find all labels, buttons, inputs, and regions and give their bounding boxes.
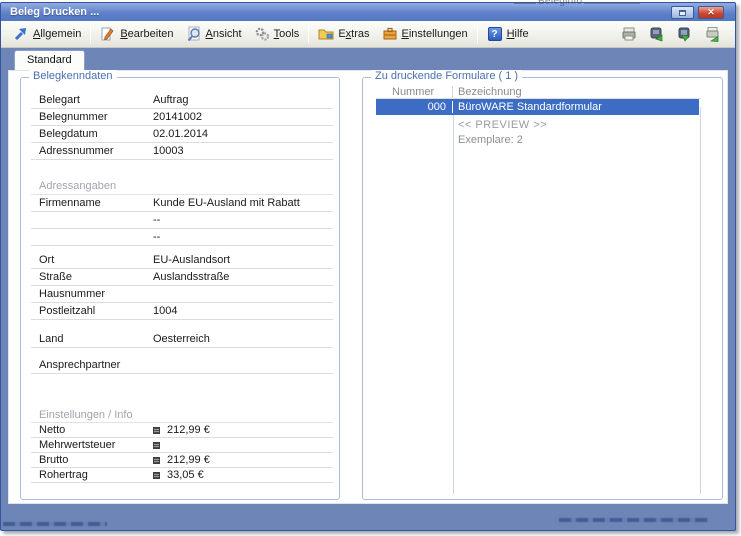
preview-label: << PREVIEW >> (458, 119, 548, 131)
forms-table: Nummer Bezeichnung 000 BüroWARE Standard… (376, 86, 701, 497)
cell-bezeichnung: BüroWARE Standardformular (458, 101, 602, 113)
field-row-rohertrag: Rohertrag 33,05 € (31, 468, 333, 483)
menu-ansicht[interactable]: Ansicht (180, 24, 248, 44)
value-marker-icon (153, 441, 160, 449)
field-rows: Belegart Auftrag Belegnummer 20141002 Bele… (31, 92, 333, 483)
window-title: Beleg Drucken ... (10, 6, 100, 18)
exemplare-label: Exemplare: 2 (458, 134, 523, 146)
close-button[interactable]: ✕ (698, 6, 724, 19)
window-bottom-frame (1, 504, 735, 530)
group-zu-druckende-formulare: Zu druckende Formulare ( 1 ) Nummer Beze… (362, 70, 723, 500)
cell-nummer: 000 (376, 101, 453, 113)
group-belegkenndaten: Belegkenndaten Belegart Auftrag Belegnumm… (20, 70, 340, 500)
menu-einstellungen[interactable]: Einstellungen (376, 24, 474, 44)
field-row-strasse: Straße Auslandsstraße (31, 269, 333, 286)
value-marker-icon (153, 426, 160, 434)
value-marker-icon (153, 471, 160, 479)
arrow-up-right-icon (13, 26, 29, 42)
table-header: Nummer Bezeichnung (376, 86, 701, 99)
field-row-netto: Netto 212,99 € (31, 423, 333, 438)
menu-hilfe[interactable]: ? Hilfe (481, 24, 535, 44)
tab-strip: Standard (1, 48, 735, 70)
field-row-adressnummer: Adressnummer 10003 (31, 143, 333, 160)
toolbar-right-icons (621, 26, 729, 42)
field-row-adresszeile3: -- (31, 229, 333, 246)
toolbar: Allgemein Bearbeiten Ansicht Tools Extra… (1, 21, 735, 48)
field-row-belegnummer: Belegnummer 20141002 (31, 109, 333, 126)
column-header-nummer: Nummer (376, 86, 453, 98)
titlebar[interactable]: Beleg Drucken ... ✕ (1, 3, 735, 21)
restore-button[interactable] (671, 6, 694, 19)
column-divider (453, 107, 454, 494)
toolbar-separator (308, 25, 310, 43)
settings-case-icon (382, 26, 398, 42)
menu-tools[interactable]: Tools (248, 24, 306, 44)
toolbar-separator (90, 25, 92, 43)
group-title: Zu druckende Formulare ( 1 ) (371, 70, 523, 82)
field-row-land: Land Oesterreich (31, 331, 333, 348)
watermark-beleginfo: Beleginfo (513, 0, 642, 7)
field-row-brutto: Brutto 212,99 € (31, 453, 333, 468)
value-marker-icon (153, 456, 160, 464)
field-row-hausnummer: Hausnummer (31, 286, 333, 303)
table-row-standardformular[interactable]: 000 BüroWARE Standardformular (376, 99, 699, 115)
column-divider (700, 107, 701, 494)
toolbar-separator (476, 25, 478, 43)
field-row-postleitzahl: Postleitzahl 1004 (31, 303, 333, 320)
field-row-belegdatum: Belegdatum 02.01.2014 (31, 126, 333, 143)
folder-icon (318, 26, 334, 42)
print-refresh-icon[interactable] (705, 26, 721, 42)
printer-export-icon[interactable] (649, 26, 665, 42)
close-icon: ✕ (707, 7, 715, 17)
menu-allgemein[interactable]: Allgemein (7, 24, 87, 44)
content-panel: Belegkenndaten Belegart Auftrag Belegnumm… (8, 70, 728, 504)
beleg-drucken-window: Beleg Drucken ... ✕ Allgemein Bearbeiten… (0, 2, 736, 531)
tab-standard[interactable]: Standard (14, 50, 85, 70)
column-header-bezeichnung: Bezeichnung (458, 86, 522, 98)
field-row-firmenname: Firmenname Kunde EU-Ausland mit Rabatt (31, 195, 333, 212)
printer-icon[interactable] (621, 26, 637, 42)
restore-icon (679, 9, 686, 16)
menu-bearbeiten[interactable]: Bearbeiten (94, 24, 179, 44)
field-row-ansprechpartner: Ansprechpartner (31, 357, 333, 374)
watermark-smudge-bottom-right (559, 518, 709, 524)
field-row-adresszeile2: -- (31, 212, 333, 229)
section-adressangaben: Adressangaben (31, 178, 333, 195)
edit-pen-icon (100, 26, 116, 42)
help-question-icon: ? (487, 26, 503, 42)
menu-extras[interactable]: Extras (312, 24, 375, 44)
magnifier-icon (186, 26, 202, 42)
group-title: Belegkenndaten (29, 70, 117, 82)
gears-icon (254, 26, 270, 42)
field-row-belegart: Belegart Auftrag (31, 92, 333, 109)
field-row-mehrwertsteuer: Mehrwertsteuer (31, 438, 333, 453)
printer-import-icon[interactable] (677, 26, 693, 42)
watermark-smudge-bottom-left (3, 522, 107, 528)
section-einstellungen-info: Einstellungen / Info (31, 408, 333, 423)
field-row-ort: Ort EU-Auslandsort (31, 252, 333, 269)
